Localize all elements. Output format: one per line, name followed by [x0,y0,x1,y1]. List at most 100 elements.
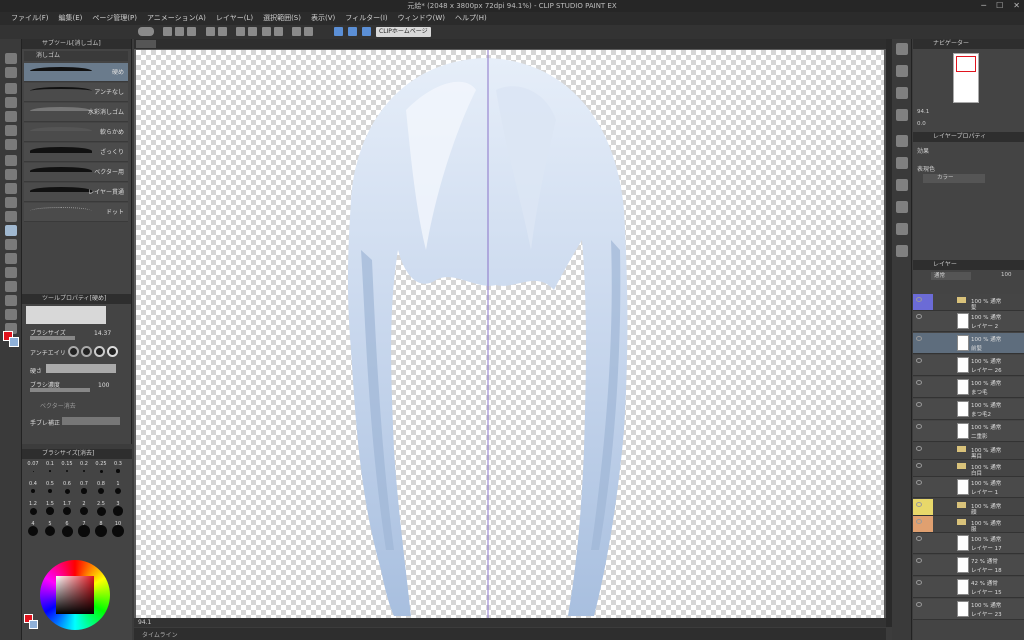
brush-size-dot[interactable] [61,525,73,537]
sub-color-swatch[interactable] [9,337,19,347]
clear-icon[interactable] [236,27,245,36]
snap-guide-icon[interactable] [362,27,371,36]
new-icon[interactable] [163,27,172,36]
brush-size-tab[interactable]: ブラシサイズ[消去] [22,449,132,459]
frame-tool-icon[interactable] [5,295,17,306]
text-tool-icon[interactable] [5,309,17,320]
move-tool-icon[interactable] [5,67,17,78]
menu-page[interactable]: ページ管理(P) [87,12,142,25]
zoom-tool-icon[interactable] [5,53,17,64]
eyedropper-tool-icon[interactable] [5,139,17,150]
brush-size-dot[interactable] [114,487,122,495]
brush-size-dot[interactable] [63,507,71,515]
brush-size-dot[interactable] [46,507,54,515]
timeline-tab[interactable]: タイムライン [142,630,178,639]
layer-property-icon[interactable] [896,135,908,147]
brush-size-dot[interactable] [64,488,70,494]
deselect-icon[interactable] [274,27,283,36]
material-icon[interactable] [896,87,908,99]
visibility-eye-icon[interactable] [916,336,922,341]
canvas[interactable] [136,50,884,618]
brush-size-dot[interactable] [44,525,56,537]
brush-size-dot[interactable] [28,526,38,536]
brush-item[interactable]: アンチなし [24,83,128,102]
search-layer-icon[interactable] [896,157,908,169]
visibility-eye-icon[interactable] [916,602,922,607]
layer-row[interactable]: 100 % 通常 前髪 [913,333,1024,354]
visibility-eye-icon[interactable] [916,536,922,541]
visibility-eye-icon[interactable] [916,446,922,451]
brush-item[interactable]: ざっくり [24,143,128,162]
brush-size-dot[interactable] [31,489,35,493]
brush-tool-icon[interactable] [5,183,17,194]
opacity-value[interactable]: 100 [1001,272,1012,278]
brush-size-slider[interactable] [30,336,75,340]
eraser-tool-icon[interactable] [5,225,17,236]
subtool-tab[interactable]: サブツール[消しゴム] [22,39,131,49]
gradient-tool-icon[interactable] [5,267,17,278]
visibility-eye-icon[interactable] [916,519,922,524]
sub-view-icon[interactable] [896,65,908,77]
save-icon[interactable] [187,27,196,36]
menu-view[interactable]: 表示(V) [306,12,340,25]
visibility-eye-icon[interactable] [916,480,922,485]
brush-size-dot[interactable] [98,488,104,494]
menu-layer[interactable]: レイヤー(L) [211,12,258,25]
decoration-tool-icon[interactable] [5,211,17,222]
brush-size-dot[interactable] [99,469,103,473]
layer-row[interactable]: 100 % 通常 レイヤー 23 [913,599,1024,620]
layer-folder-row[interactable]: 100 % 通常服 [913,516,1024,533]
brush-item[interactable]: 硬め [24,63,128,82]
brush-item[interactable]: ベクター用 [24,163,128,182]
lasso-tool-icon[interactable] [5,125,17,136]
hardness-selector[interactable] [46,364,116,373]
tool-property-tab[interactable]: ツールプロパティ[硬め] [22,294,131,304]
visibility-eye-icon[interactable] [916,580,922,585]
layer-folder-row[interactable]: 100 % 通常 黒目 [913,443,1024,460]
brush-item[interactable]: 軟らかめ [24,123,128,142]
clip-studio-icon[interactable] [138,27,154,36]
auto-action-icon[interactable] [896,179,908,191]
navigator-tab[interactable]: ナビゲーター [913,39,1024,49]
home-page-button[interactable]: CLIPホームページ [376,27,431,37]
snap-icon[interactable] [292,27,301,36]
figure-tool-icon[interactable] [5,281,17,292]
navigator-viewport[interactable] [956,56,976,72]
item-bank-icon[interactable] [896,201,908,213]
operation-tool-icon[interactable] [5,83,17,94]
menu-window[interactable]: ウィンドウ(W) [393,12,450,25]
visibility-eye-icon[interactable] [916,502,922,507]
antialias-options[interactable] [68,346,122,358]
visibility-eye-icon[interactable] [916,358,922,363]
navigator-preview[interactable] [953,53,979,103]
close-icon[interactable]: ✕ [1013,0,1020,12]
menu-selection[interactable]: 選択範囲(S) [258,12,306,25]
layer-row[interactable]: 72 % 通常 レイヤー 18 [913,555,1024,576]
undo-icon[interactable] [206,27,215,36]
pencil-tool-icon[interactable] [5,169,17,180]
layer-row[interactable]: 100 % 通常 二重影 [913,421,1024,442]
brush-size-dot[interactable] [47,488,53,494]
menu-edit[interactable]: 編集(E) [54,12,88,25]
layer-row[interactable]: 100 % 通常 レイヤー 26 [913,355,1024,376]
visibility-eye-icon[interactable] [916,297,922,302]
folder-icon[interactable] [957,463,966,469]
snap-ruler-icon[interactable] [304,27,313,36]
layer-property-tab[interactable]: レイヤープロパティ [913,132,1024,142]
minimize-icon[interactable]: ─ [981,0,986,12]
visibility-eye-icon[interactable] [916,380,922,385]
menu-file[interactable]: ファイル(F) [6,12,54,25]
visibility-eye-icon[interactable] [916,558,922,563]
layer-tab[interactable]: レイヤー [913,260,1024,270]
menu-animation[interactable]: アニメーション(A) [142,12,211,25]
navigator-icon[interactable] [896,43,908,55]
layer-folder-row[interactable]: 100 % 通常顔 [913,499,1024,516]
color-square[interactable] [56,576,94,614]
open-icon[interactable] [175,27,184,36]
fill-tool-icon[interactable] [5,253,17,264]
brush-size-dot[interactable] [116,469,120,473]
layer-row[interactable]: 100 % 通常 まつ毛2 [913,399,1024,420]
brush-size-grid[interactable]: 0.07 0.1 0.15 0.2 0.25 0.3 0.4 0.5 0.6 0.7 0.8 1 1.2… [22,461,132,543]
visibility-eye-icon[interactable] [916,424,922,429]
brush-size-dot[interactable] [32,470,34,472]
